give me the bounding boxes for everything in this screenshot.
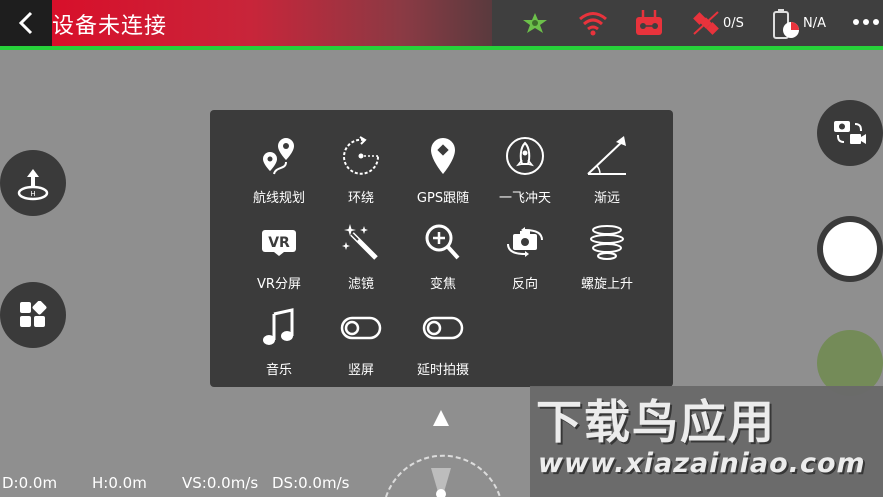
battery-icon[interactable] [772,8,802,40]
menu-item-orbit[interactable]: 环绕 [320,136,402,206]
menu-item-portrait[interactable]: 竖屏 [320,308,402,378]
camera-switch-icon [834,121,866,144]
page-title: 设备未连接 [52,14,168,39]
orbit-icon [343,136,380,175]
shutter-inner [823,222,877,276]
svg-text:H: H [30,190,35,198]
svg-text:VR: VR [268,235,290,251]
watermark: 下载鸟应用 www.xiazainiao.com [530,386,883,497]
menu-label: 延时拍摄 [416,363,469,378]
remote-controller-icon[interactable] [634,8,664,38]
satellite-count: 0/S [723,16,744,31]
camera-mode-switch[interactable] [817,100,883,166]
status-area: 0/S N/A [492,0,883,46]
takeoff-landing-button[interactable]: H [0,150,66,216]
menu-item-gps-follow[interactable]: GPS跟随 [402,136,484,206]
title-area: 设备未连接 [52,0,492,46]
vr-icon: VR [262,230,296,256]
menu-item-music[interactable]: 音乐 [238,308,320,378]
menu-label: 滤镜 [347,277,374,292]
menu-label: VR分屏 [257,277,301,292]
toggle-icon [422,316,464,340]
satellite-icon[interactable] [692,8,720,38]
battery-text: N/A [803,16,826,31]
menu-item-dronie[interactable]: 渐远 [566,136,648,206]
menu-item-rocket[interactable]: 一飞冲天 [484,136,566,206]
menu-item-vr[interactable]: VR VR分屏 [238,222,320,292]
zoom-icon [425,224,460,260]
connection-status-bar [0,46,883,50]
menu-label: 渐远 [593,191,620,206]
menu-label: 音乐 [265,363,292,378]
music-icon [263,308,294,345]
chevron-left-icon [18,11,33,35]
menu-item-zoom[interactable]: 变焦 [402,222,484,292]
drone-status-icon[interactable] [522,12,548,34]
rocket-icon [506,137,544,175]
back-button[interactable] [0,0,52,46]
menu-label: 航线规划 [252,191,305,206]
watermark-line1: 下载鸟应用 [536,395,776,449]
menu-label: GPS跟随 [416,191,470,206]
grid-icon [20,301,47,327]
distance-readout: D:0.0m [2,474,58,492]
menu-item-spiral[interactable]: 螺旋上升 [566,222,648,292]
flip-camera-icon [507,227,543,257]
dronie-icon [587,136,626,175]
menu-label: 变焦 [429,277,456,292]
watermark-line2: www.xiazainiao.com [538,448,866,479]
menu-label: 环绕 [347,191,374,206]
more-icon[interactable] [852,18,880,26]
menu-grid-button[interactable] [0,282,66,348]
filter-wand-icon [342,224,378,260]
menu-item-reverse[interactable]: 反向 [484,222,566,292]
landing-icon: H [17,169,49,201]
vertical-speed-readout: VS:0.0m/s [182,474,259,492]
menu-label: 螺旋上升 [580,277,633,292]
menu-item-filter[interactable]: 滤镜 [320,222,402,292]
shutter-button[interactable] [817,216,883,282]
route-planning-icon [263,138,294,175]
menu-item-timelapse[interactable]: 延时拍摄 [402,308,484,378]
gps-follow-icon [431,138,455,174]
toggle-icon [340,316,382,340]
wifi-icon[interactable] [578,10,608,36]
compass-icon [385,410,501,497]
menu-label: 反向 [511,277,538,292]
menu-label: 竖屏 [347,363,374,378]
top-bar: 设备未连接 0/S N/A [0,0,883,46]
height-readout: H:0.0m [92,474,147,492]
menu-label: 一飞冲天 [498,191,551,206]
flight-mode-menu: 航线规划 环绕 GPS跟随 一飞冲天 渐远 VR VR分屏 滤镜 变焦 反向 螺… [210,110,673,387]
menu-item-route-planning[interactable]: 航线规划 [238,136,320,206]
spiral-icon [590,225,624,260]
horizontal-speed-readout: DS:0.0m/s [272,474,350,492]
